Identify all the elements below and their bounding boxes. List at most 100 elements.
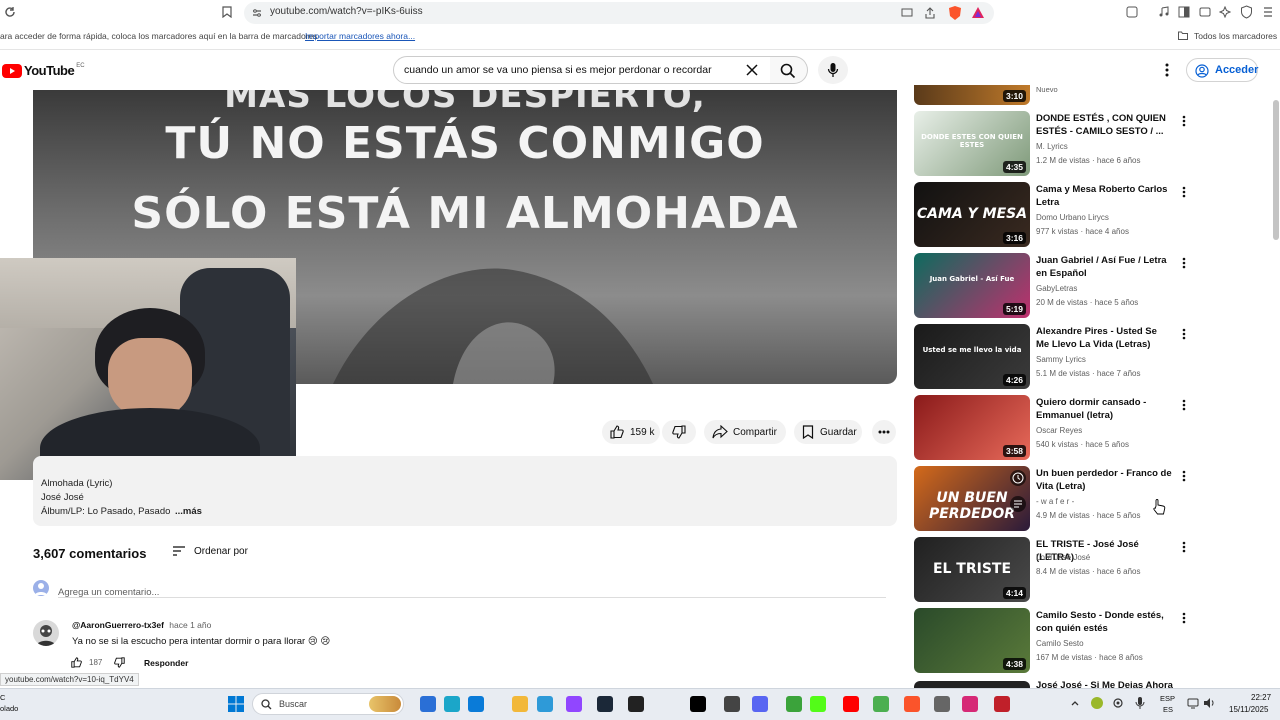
settings-app-icon[interactable] (934, 696, 950, 712)
bookmark-icon[interactable] (222, 6, 232, 18)
discord-icon[interactable] (752, 696, 768, 712)
file-explorer-icon[interactable] (512, 696, 528, 712)
rewards-icon[interactable] (971, 6, 985, 20)
search-button[interactable] (770, 56, 808, 84)
steam-icon[interactable] (597, 696, 613, 712)
channel-name[interactable]: GabyLetras (1036, 284, 1077, 293)
video-title[interactable]: Alexandre Pires - Usted Se Me Llevo La V… (1036, 325, 1172, 351)
video-options-kebab-icon[interactable] (1182, 257, 1190, 271)
obs-icon[interactable] (724, 696, 740, 712)
video-title[interactable]: Cama y Mesa Roberto Carlos Letra (1036, 183, 1172, 209)
related-video-item[interactable]: Juan Gabriel - Así Fue 5:19 Juan Gabriel /… (914, 253, 1186, 319)
site-info-icon[interactable] (252, 8, 262, 18)
related-video-partial[interactable]: 3:10 Nuevo (914, 85, 1186, 105)
all-bookmarks[interactable]: Todos los marcadores (1194, 31, 1277, 41)
channel-name[interactable]: M. Lyrics (1036, 142, 1068, 151)
sidebar-panel-icon[interactable] (1126, 6, 1138, 18)
cast-icon[interactable] (901, 8, 913, 18)
minecraft-icon[interactable] (786, 696, 802, 712)
taskbar-search[interactable]: Buscar (252, 693, 404, 715)
video-options-kebab-icon[interactable] (1182, 115, 1190, 129)
import-bookmarks-link[interactable]: Importar marcadores ahora... (305, 31, 415, 41)
comment-like-icon[interactable] (71, 657, 82, 668)
related-video-item[interactable]: DONDE ESTES CON QUIEN ESTES 4:35 DONDE EST… (914, 111, 1186, 177)
sort-comments-button[interactable]: Ordenar por (172, 545, 248, 557)
like-button[interactable]: 159 k (602, 420, 660, 444)
reload-icon[interactable] (4, 6, 16, 18)
video-title[interactable]: DONDE ESTÉS , CON QUIEN ESTÉS - CAMILO S… (1036, 112, 1172, 138)
show-more-link[interactable]: ...más (175, 506, 202, 517)
task-view-icon[interactable] (420, 696, 436, 712)
share-page-icon[interactable] (924, 7, 936, 19)
wallet-icon[interactable] (1199, 6, 1211, 18)
related-video-item[interactable]: CAMA Y MESA 3:16 Cama y Mesa Roberto Carlo… (914, 182, 1186, 248)
video-options-kebab-icon[interactable] (1182, 399, 1190, 413)
windows-start-icon[interactable] (228, 696, 244, 712)
media-icon[interactable] (1158, 6, 1170, 18)
leo-ai-icon[interactable] (1219, 6, 1231, 18)
video-thumbnail[interactable] (914, 681, 1030, 688)
settings-kebab-icon[interactable] (1165, 63, 1169, 77)
menu-icon[interactable] (1262, 5, 1274, 19)
security-icon[interactable] (537, 696, 553, 712)
related-video-item[interactable]: EL TRISTE 4:14 EL TRISTE - José José (LETR… (914, 537, 1186, 603)
channel-name[interactable]: - w a f e r - (1036, 497, 1074, 506)
related-video-item[interactable]: UN BUEN PERDEDOR Un buen perdedor - Franc… (914, 466, 1186, 532)
chrome-icon[interactable] (873, 696, 889, 712)
sign-in-button[interactable]: Acceder (1186, 58, 1258, 82)
video-title[interactable]: Juan Gabriel / Así Fue / Letra en Españo… (1036, 254, 1172, 280)
instagram-icon[interactable] (962, 696, 978, 712)
brave-icon[interactable] (904, 696, 920, 712)
video-title[interactable]: Un buen perdedor - Franco de Vita (Letra… (1036, 467, 1172, 493)
comment-reply-button[interactable]: Responder (144, 658, 188, 668)
input-language-1[interactable]: ESP (1160, 694, 1175, 703)
youtube-app-icon[interactable] (843, 696, 859, 712)
share-button[interactable]: Compartir (704, 420, 786, 444)
epic-icon[interactable] (628, 696, 644, 712)
clear-search-icon[interactable] (746, 64, 758, 76)
store-icon[interactable] (468, 696, 484, 712)
reading-list-icon[interactable] (1178, 6, 1190, 18)
tray-settings-icon[interactable] (1112, 697, 1124, 709)
comment-time[interactable]: hace 1 año (169, 620, 211, 630)
tray-microphone-icon[interactable] (1135, 696, 1145, 710)
network-icon[interactable] (1187, 697, 1199, 709)
related-video-partial-title[interactable]: José José - Si Me Dejas Ahora (1036, 681, 1176, 688)
dislike-button[interactable] (662, 420, 696, 444)
clock-date[interactable]: 15/11/2025 (1229, 705, 1268, 714)
kick-icon[interactable] (810, 696, 826, 712)
search-input[interactable]: cuando un amor se va uno piensa si es me… (393, 56, 771, 84)
channel-name[interactable]: Oscar Reyes (1036, 426, 1082, 435)
video-options-kebab-icon[interactable] (1182, 541, 1190, 555)
more-actions-button[interactable] (872, 420, 896, 444)
video-options-kebab-icon[interactable] (1182, 328, 1190, 342)
related-video-item[interactable]: 4:38 Camilo Sesto - Donde estés, con quié… (914, 608, 1186, 674)
input-language-2[interactable]: ES (1163, 705, 1173, 714)
app-icon[interactable] (994, 696, 1010, 712)
video-options-kebab-icon[interactable] (1182, 186, 1190, 200)
voice-search-button[interactable] (818, 56, 848, 84)
address-bar[interactable]: youtube.com/watch?v=-pIKs-6uiss (244, 2, 994, 24)
channel-name[interactable]: Lord José José (1036, 553, 1090, 562)
clock-time[interactable]: 22:27 (1251, 693, 1271, 702)
volume-icon[interactable] (1203, 697, 1215, 709)
youtube-logo[interactable]: YouTube EC (2, 63, 85, 78)
twitch-icon[interactable] (566, 696, 582, 712)
chevron-up-icon[interactable] (1070, 698, 1080, 708)
channel-name[interactable]: Camilo Sesto (1036, 639, 1084, 648)
video-options-kebab-icon[interactable] (1182, 470, 1190, 484)
related-video-item[interactable]: Usted se me llevo la vida 4:26 Alexandre P… (914, 324, 1186, 390)
tiktok-icon[interactable] (690, 696, 706, 712)
comment-dislike-icon[interactable] (114, 657, 125, 668)
page-scrollbar[interactable] (1273, 100, 1279, 240)
add-comment-input[interactable]: Agrega un comentario... (58, 582, 886, 598)
add-to-queue-icon[interactable] (1010, 496, 1026, 512)
save-button[interactable]: Guardar (794, 420, 862, 444)
comment-author[interactable]: @AaronGuerrero-tx3ef (72, 620, 164, 630)
channel-name[interactable]: Domo Urbano Lirycs (1036, 213, 1109, 222)
comment-avatar[interactable] (33, 620, 59, 646)
watch-later-icon[interactable] (1010, 470, 1026, 486)
video-title[interactable]: Camilo Sesto - Donde estés, con quién es… (1036, 609, 1172, 635)
video-title[interactable]: Quiero dormir cansado - Emmanuel (letra) (1036, 396, 1172, 422)
video-options-kebab-icon[interactable] (1182, 612, 1190, 626)
